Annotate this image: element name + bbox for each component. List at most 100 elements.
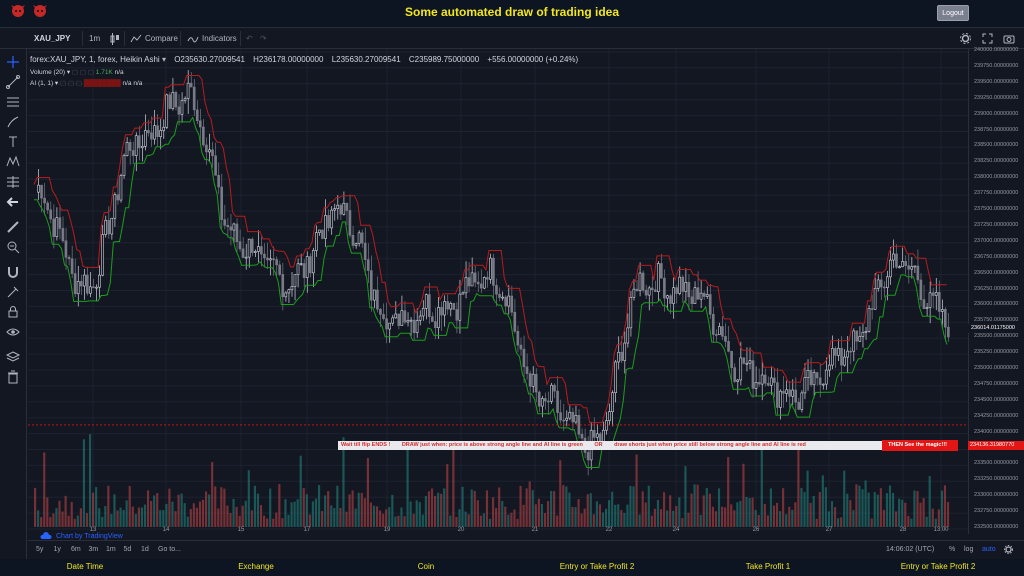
volume-bar <box>153 495 156 527</box>
volume-bar <box>201 499 205 527</box>
annotation-part-2: DRAW just when: price is above strong an… <box>401 442 583 448</box>
volume-bar <box>461 486 464 527</box>
compare-icon <box>130 34 142 42</box>
volume-bar <box>284 499 287 527</box>
candle-body <box>806 369 810 378</box>
bull-icon[interactable] <box>10 4 26 18</box>
volume-bar <box>64 495 67 527</box>
trend-line-icon[interactable] <box>5 74 21 90</box>
ai-legend[interactable]: AI (1, 1) ▾ ▢ ▢ ▢ ████████ n/a n/a <box>30 79 142 87</box>
lock-icon[interactable] <box>5 304 21 320</box>
volume-bar <box>867 492 870 527</box>
volume-bar <box>229 513 232 527</box>
column-header[interactable]: Coin <box>418 562 434 571</box>
candle-body <box>391 317 394 324</box>
column-header[interactable]: Take Profit 1 <box>746 562 790 571</box>
volume-bar <box>898 498 901 527</box>
volume-bar <box>913 490 916 527</box>
fib-icon[interactable] <box>5 94 21 110</box>
volume-bar <box>812 495 815 527</box>
settings-button[interactable] <box>960 28 971 49</box>
compare-button[interactable]: Compare <box>130 28 178 49</box>
chart-pane[interactable]: 13 14 15 17 19 20 21 22 24 26 27 28 13:00 <box>28 49 968 534</box>
candle-body <box>342 203 346 215</box>
ruler-icon[interactable] <box>5 219 21 235</box>
symbol-search[interactable]: XAU_JPY <box>34 28 70 49</box>
column-header[interactable]: Entry or Take Profit 2 <box>560 562 635 571</box>
candle-body <box>376 289 379 310</box>
bull-icon[interactable] <box>32 4 48 18</box>
snapshot-button[interactable] <box>1003 28 1015 49</box>
price-axis[interactable]: 240000.00000000 239750.00000000 239500.000… <box>968 47 1024 534</box>
volume-bar <box>122 510 125 527</box>
volume-legend[interactable]: Volume (20) ▾ ▢ ▢ ▢ 1.71K n/a <box>30 68 124 76</box>
range-3m[interactable]: 3m <box>89 546 99 553</box>
auto-toggle[interactable]: auto <box>982 546 996 553</box>
volume-bar <box>833 507 837 527</box>
candle-body <box>140 145 144 149</box>
text-icon[interactable] <box>5 134 21 150</box>
volume-bar <box>101 516 104 527</box>
column-header[interactable]: Exchange <box>238 562 274 571</box>
range-6m[interactable]: 6m <box>71 546 81 553</box>
volume-bar <box>223 488 226 527</box>
volume-bar <box>263 515 266 527</box>
axis-settings-icon[interactable] <box>1004 545 1013 554</box>
candle-body <box>571 412 575 423</box>
log-toggle[interactable]: log <box>964 546 973 553</box>
fullscreen-button[interactable] <box>982 28 993 49</box>
volume-bar <box>247 470 250 527</box>
range-1y[interactable]: 1y <box>54 546 61 553</box>
magnet-icon[interactable] <box>5 264 21 280</box>
prediction-icon[interactable] <box>5 174 21 190</box>
chart-type-button[interactable] <box>110 28 120 49</box>
price-axis-label: 235500.00000000 <box>974 333 1019 340</box>
brush-icon[interactable] <box>5 114 21 130</box>
change-value: +556.00000000 (+0.24%) <box>487 55 579 64</box>
tradingview-watermark[interactable]: Chart by TradingView <box>40 532 123 540</box>
eye-icon[interactable] <box>5 324 21 340</box>
arrow-left-icon[interactable] <box>5 194 21 210</box>
candle-body <box>427 294 431 317</box>
price-axis-label: 234250.00000000 <box>974 412 1019 419</box>
column-header[interactable]: Entry or Take Profit 2 <box>901 562 976 571</box>
trash-icon[interactable] <box>5 369 21 385</box>
candle-body <box>440 307 443 316</box>
volume-bar <box>204 491 208 527</box>
lock-drawings-icon[interactable] <box>5 284 21 300</box>
range-5d[interactable]: 5d <box>124 546 132 553</box>
crosshair-icon[interactable] <box>5 54 21 70</box>
zoom-icon[interactable] <box>5 239 21 255</box>
percent-toggle[interactable]: % <box>949 546 955 553</box>
volume-bar <box>769 488 773 527</box>
time-axis-label: 13:00 <box>933 527 949 533</box>
logout-button[interactable]: Logout <box>937 5 969 21</box>
candle-body <box>156 125 159 137</box>
range-5y[interactable]: 5y <box>36 546 43 553</box>
volume-bar <box>901 499 904 527</box>
layers-icon[interactable] <box>5 349 21 365</box>
compare-label: Compare <box>145 34 178 43</box>
volume-bar <box>330 505 333 527</box>
volume-bar <box>791 509 794 527</box>
column-header[interactable]: Date Time <box>67 562 103 571</box>
series-title[interactable]: forex:XAU_JPY, 1, forex, Heikin Ashi <box>30 55 160 64</box>
candle-body <box>519 344 523 350</box>
horizontal-line-price-tag: 234136.31980770 <box>968 441 1024 450</box>
candle-body <box>925 307 929 309</box>
indicators-button[interactable]: Indicators <box>187 28 237 49</box>
pattern-icon[interactable] <box>5 154 21 170</box>
candle-body <box>492 257 495 286</box>
range-1m[interactable]: 1m <box>106 546 116 553</box>
volume-bar <box>782 488 785 527</box>
redo-button[interactable]: ↷ <box>260 28 267 49</box>
range-1d[interactable]: 1d <box>141 546 149 553</box>
price-chart[interactable]: 13 14 15 17 19 20 21 22 24 26 27 28 13:00 <box>28 49 968 534</box>
volume-bar <box>876 494 879 527</box>
undo-button[interactable]: ↶ <box>246 28 253 49</box>
goto-button[interactable]: Go to... <box>158 546 181 553</box>
volume-bar <box>614 504 617 527</box>
candle-body <box>431 316 434 322</box>
interval-selector[interactable]: 1m <box>89 28 100 49</box>
price-axis-label: 236250.00000000 <box>974 285 1019 292</box>
